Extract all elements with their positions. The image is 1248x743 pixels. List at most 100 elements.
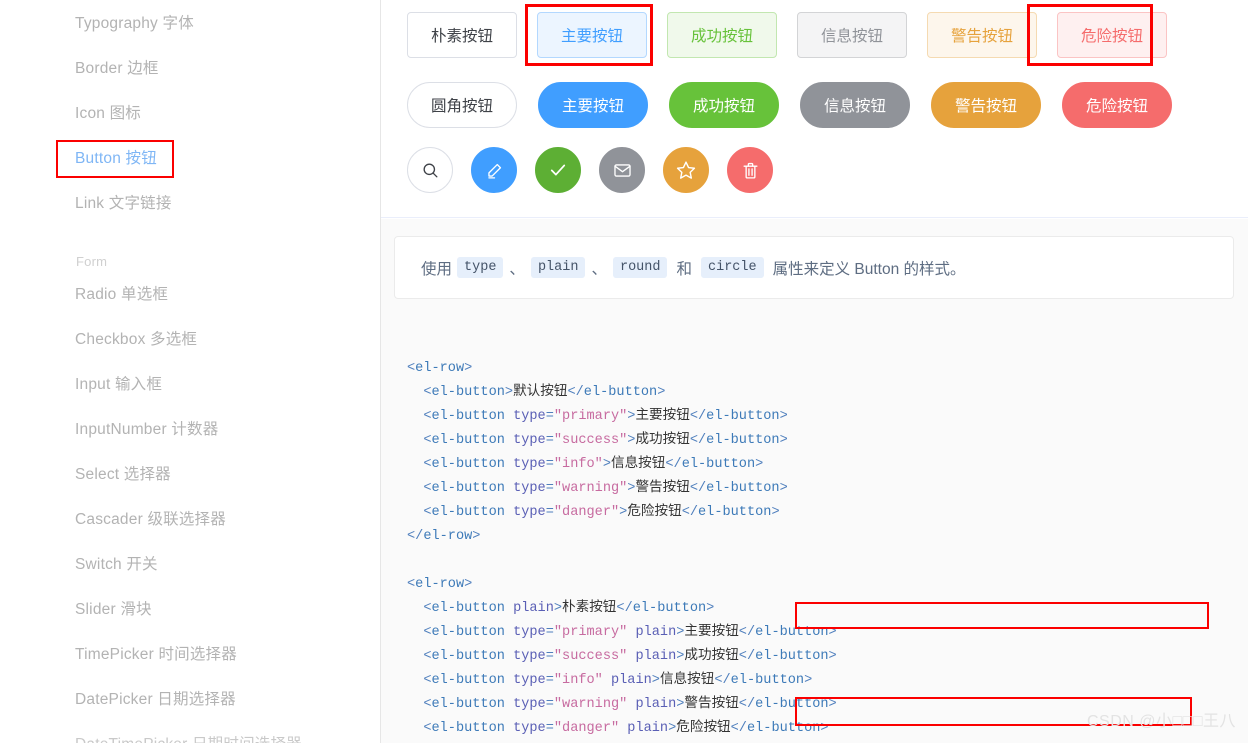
sidebar-item-slider[interactable]: Slider 滑块 [75, 600, 152, 620]
star-icon [676, 160, 696, 180]
button-label: 圆角按钮 [431, 94, 493, 116]
code-token-punct: < [407, 481, 431, 496]
code-token-punct: = [546, 649, 554, 664]
sidebar-item-typography[interactable]: Typography 字体 [75, 14, 194, 34]
code-token-attr: plain [627, 625, 676, 640]
code-chip-circle: circle [701, 257, 764, 278]
code-token-tag: el-button [682, 457, 755, 472]
code-token-text: 默认按钮 [513, 385, 567, 400]
round_row-button-3[interactable]: 信息按钮 [800, 82, 910, 128]
code-token-tag: el-button [431, 481, 504, 496]
round-buttons-row: 圆角按钮 主要按钮成功按钮信息按钮警告按钮危险按钮 [407, 82, 1172, 128]
code-token-str: "warning" [554, 697, 627, 712]
code-token-attr: type [505, 409, 546, 424]
round_row-button-4[interactable]: 警告按钮 [931, 82, 1041, 128]
code-token-tag: el-button [431, 433, 504, 448]
code-token-str: "info" [554, 673, 603, 688]
sidebar-item-timepicker[interactable]: TimePicker 时间选择器 [75, 645, 237, 665]
code-token-punct: < [407, 697, 431, 712]
circle-button-delete[interactable] [727, 147, 773, 193]
code-line: <el-button type="success" plain>成功按钮</el… [407, 645, 1248, 669]
code-line: <el-button type="primary" plain>主要按钮</el… [407, 621, 1248, 645]
sidebar-item-checkbox[interactable]: Checkbox 多选框 [75, 330, 197, 350]
code-token-str: "info" [554, 457, 603, 472]
sidebar-item-input[interactable]: Input 输入框 [75, 375, 162, 395]
circle-button-message[interactable] [599, 147, 645, 193]
code-token-punct: < [407, 505, 431, 520]
code-token-tag: el-button [584, 385, 657, 400]
round_row-button-2[interactable]: 成功按钮 [669, 82, 779, 128]
plain_row-button-5[interactable]: 危险按钮 [1057, 12, 1167, 58]
sidebar-item-datetimepicker[interactable]: DateTimePicker 日期时间选择器 [75, 735, 302, 743]
round_row-button-5[interactable]: 危险按钮 [1062, 82, 1172, 128]
code-token-punct: </ [690, 433, 706, 448]
code-token-punct: > [771, 505, 779, 520]
code-token-punct: > [829, 649, 837, 664]
code-token-str: "warning" [554, 481, 627, 496]
plain_row-button-3[interactable]: 信息按钮 [797, 12, 907, 58]
plain-buttons-row: 朴素按钮主要按钮 成功按钮 信息按钮警告按钮危险按钮 [407, 12, 1167, 58]
plain_row-button-4[interactable]: 警告按钮 [927, 12, 1037, 58]
code-token-attr: plain [627, 697, 676, 712]
sidebar-item-border[interactable]: Border 边框 [75, 59, 159, 79]
plain_row-button-1[interactable]: 主要按钮 [537, 12, 647, 58]
code-chip-round: round [613, 257, 668, 278]
code-token-punct: </ [731, 721, 747, 736]
code-token-punct: > [780, 433, 788, 448]
code-token-punct: > [603, 457, 611, 472]
sidebar-item-link[interactable]: Link 文字链接 [75, 194, 172, 214]
documentation-card: 使用 type 、 plain 、 round 和 circle 属性来定义 B… [381, 219, 1248, 743]
code-token-punct: > [464, 577, 472, 592]
code-token-punct: = [546, 433, 554, 448]
sidebar-item-select[interactable]: Select 选择器 [75, 465, 171, 485]
code-token-text: 朴素按钮 [562, 601, 616, 616]
circle-button-star[interactable] [663, 147, 709, 193]
plain_row-button-0[interactable]: 朴素按钮 [407, 12, 517, 58]
code-token-punct: > [652, 673, 660, 688]
code-token-punct: > [472, 529, 480, 544]
sidebar-item-icon[interactable]: Icon 图标 [75, 104, 141, 124]
sidebar: Typography 字体 Border 边框 Icon 图标 Button 按钮 Li… [0, 0, 381, 743]
code-token-tag: el-button [431, 697, 504, 712]
code-token-punct: </ [567, 385, 583, 400]
code-token-tag: el-button [431, 385, 504, 400]
code-token-str: "success" [554, 433, 627, 448]
description-suffix: 属性来定义 Button 的样式。 [773, 257, 966, 279]
round_row-button-1[interactable]: 主要按钮 [538, 82, 648, 128]
code-token-punct: > [755, 457, 763, 472]
button-demo-block: 朴素按钮主要按钮成功按钮信息按钮警告按钮危险按钮 圆角按钮主要按钮成功按钮信息按… [381, 0, 1248, 218]
sidebar-item-radio[interactable]: Radio 单选框 [75, 285, 168, 305]
sidebar-item-datepicker[interactable]: DatePicker 日期选择器 [75, 690, 236, 710]
code-token-tag: el-button [706, 409, 779, 424]
circle-button-edit[interactable] [471, 147, 517, 193]
circle-button-search[interactable] [407, 147, 453, 193]
delete-icon [741, 161, 760, 180]
code-token-tag: el-button [747, 721, 820, 736]
code-chip-type: type [457, 257, 503, 278]
code-token-punct: > [706, 601, 714, 616]
sidebar-item-inputnumber[interactable]: InputNumber 计数器 [75, 420, 218, 440]
code-token-tag: el-button [431, 505, 504, 520]
sidebar-group-title-form: Form [76, 252, 107, 272]
sidebar-item-button[interactable]: Button 按钮 [75, 149, 157, 169]
code-token-punct: < [407, 625, 431, 640]
csdn-watermark: CSDN @小□□□王八 [1087, 707, 1236, 731]
code-token-text: 成功按钮 [684, 649, 738, 664]
code-line: <el-button plain>朴素按钮</el-button> [407, 597, 1248, 621]
code-token-punct: > [780, 409, 788, 424]
round_row-button-0[interactable]: 圆角按钮 [407, 82, 517, 128]
code-line: <el-button type="danger">危险按钮</el-button… [407, 501, 1248, 525]
sidebar-item-cascader[interactable]: Cascader 级联选择器 [75, 510, 226, 530]
code-token-punct: < [407, 361, 415, 376]
circle-button-check[interactable] [535, 147, 581, 193]
code-token-attr: type [505, 481, 546, 496]
sidebar-item-switch[interactable]: Switch 开关 [75, 555, 158, 575]
plain_row-button-2[interactable]: 成功按钮 [667, 12, 777, 58]
code-token-punct: > [804, 673, 812, 688]
code-token-tag: el-button [698, 505, 771, 520]
message-icon [613, 161, 632, 180]
search-icon [421, 161, 440, 180]
code-line: <el-button type="info">信息按钮</el-button> [407, 453, 1248, 477]
button-label: 成功按钮 [691, 24, 753, 46]
code-token-tag: el-button [731, 673, 804, 688]
